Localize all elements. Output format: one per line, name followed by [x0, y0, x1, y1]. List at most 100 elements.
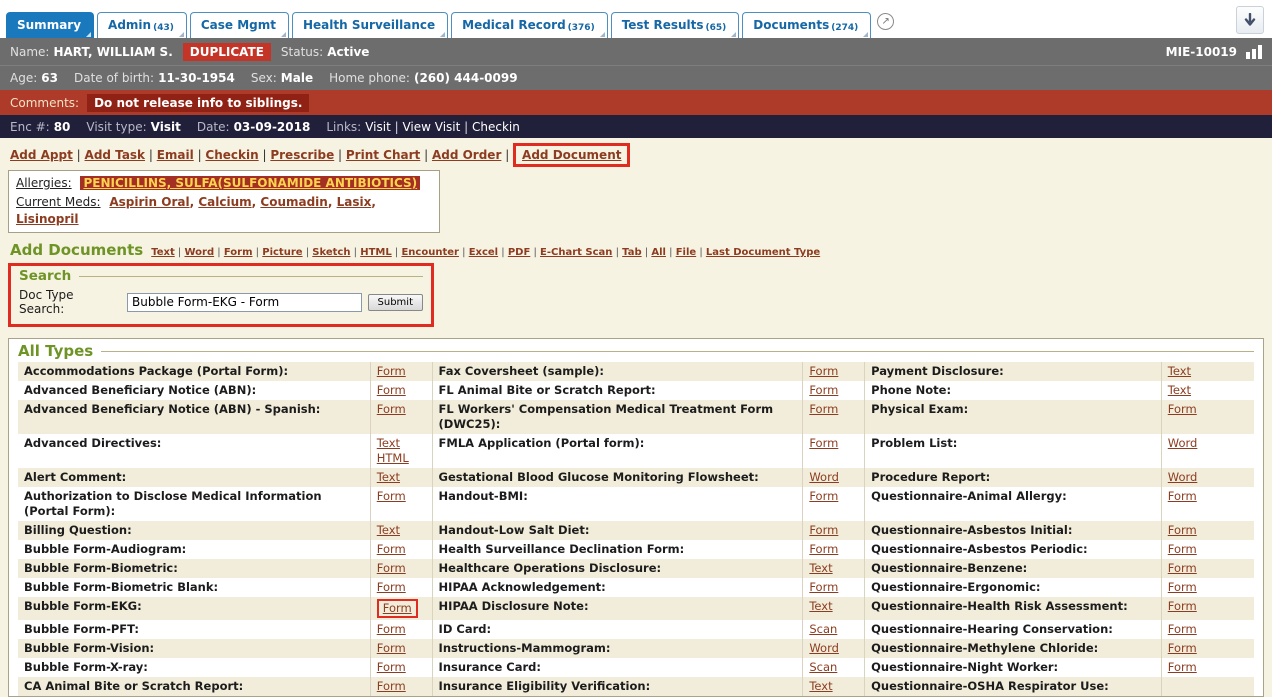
action-link[interactable]: Print Chart	[346, 148, 420, 162]
current-med-segment: Coumadin	[260, 195, 336, 209]
doc-type-link[interactable]: File	[676, 247, 696, 258]
encounter-link[interactable]: View Visit	[402, 120, 460, 134]
current-med-link[interactable]: Lasix	[337, 195, 372, 209]
tab[interactable]: Health Surveillance	[292, 12, 448, 38]
current-med-link[interactable]: Calcium	[198, 195, 251, 209]
doc-format-link[interactable]: Form	[1168, 599, 1197, 614]
doc-format-cell: Form	[1161, 639, 1254, 658]
doc-format-link[interactable]: Form	[809, 523, 838, 538]
doc-type-link[interactable]: Picture	[262, 247, 302, 258]
doc-format-link[interactable]: Form	[1168, 580, 1197, 595]
doc-type-link-segment: PDF	[508, 247, 540, 258]
doc-format-link[interactable]: Form	[377, 561, 406, 576]
doc-type-link[interactable]: Text	[151, 247, 175, 258]
action-link[interactable]: Prescribe	[270, 148, 334, 162]
doc-format-link[interactable]: Form	[809, 364, 838, 379]
doc-format-link[interactable]: Form	[377, 660, 406, 675]
doc-format-link[interactable]: Text	[1168, 364, 1191, 379]
tab[interactable]: Admin(43)	[97, 12, 187, 38]
doc-format-link[interactable]: Word	[1168, 436, 1198, 451]
doc-format-link[interactable]: Word	[1168, 470, 1198, 485]
doc-type-link[interactable]: E-Chart Scan	[540, 247, 612, 258]
main-content: Add Appt Add Task Email Checkin Prescribe Pri…	[0, 138, 1272, 658]
current-med-link[interactable]: Coumadin	[260, 195, 327, 209]
action-link[interactable]: Email	[157, 148, 194, 162]
tab[interactable]: Case Mgmt	[190, 12, 289, 38]
doc-format-link[interactable]: Text	[1168, 383, 1191, 398]
doc-type-link[interactable]: Excel	[469, 247, 498, 258]
doc-type-link[interactable]: Form	[224, 247, 253, 258]
doc-type-search-input[interactable]	[127, 293, 361, 312]
doc-format-link[interactable]: Scan	[809, 660, 837, 675]
chart-metrics-icon[interactable]	[1246, 45, 1262, 59]
tab[interactable]: Documents(274)	[742, 12, 871, 38]
doc-format-link[interactable]: Form	[377, 489, 406, 504]
doc-format-link[interactable]: Text	[809, 679, 832, 694]
doc-format-link[interactable]: Form	[809, 383, 838, 398]
doc-type-label: Bubble Form-PFT:	[18, 620, 370, 639]
popout-icon[interactable]: ↗	[877, 13, 894, 30]
doc-type-link[interactable]: Tab	[622, 247, 641, 258]
doc-format-link[interactable]: Form	[1168, 660, 1197, 675]
tab[interactable]: Medical Record(376)	[451, 12, 608, 38]
tab[interactable]: Test Results(65)	[611, 12, 740, 38]
doc-type-link-segment: All	[651, 247, 675, 258]
encounter-link[interactable]: Checkin	[472, 120, 520, 134]
action-link[interactable]: Add Appt	[10, 148, 73, 162]
doc-format-link[interactable]: Form	[377, 599, 418, 618]
doc-format-link[interactable]: Form	[809, 489, 838, 504]
doc-format-link[interactable]: Form	[377, 641, 406, 656]
doc-format-link[interactable]: Form	[377, 364, 406, 379]
doc-format-link[interactable]: Form	[377, 383, 406, 398]
action-link[interactable]: Add Document	[513, 143, 630, 167]
doc-format-link[interactable]: Form	[377, 580, 406, 595]
doc-format-link[interactable]: Form	[809, 542, 838, 557]
allergies-link[interactable]: Allergies:	[16, 176, 72, 190]
action-link[interactable]: Checkin	[205, 148, 258, 162]
current-med-link[interactable]: Lisinopril	[16, 212, 79, 226]
doc-format-link[interactable]: Form	[809, 436, 838, 451]
doc-format-link[interactable]: Form	[809, 580, 838, 595]
doc-format-link[interactable]: Form	[1168, 542, 1197, 557]
doc-type-link[interactable]: Encounter	[401, 247, 458, 258]
doc-format-link[interactable]: Form	[377, 679, 406, 694]
doc-type-link[interactable]: Last Document Type	[706, 247, 820, 258]
doc-format-link[interactable]: Form	[377, 402, 406, 417]
doc-type-link[interactable]: Sketch	[312, 247, 350, 258]
action-link[interactable]: Add Task	[85, 148, 146, 162]
doc-format-link[interactable]: Scan	[809, 622, 837, 637]
doc-format-link[interactable]: Form	[377, 542, 406, 557]
download-button[interactable]	[1236, 6, 1264, 34]
current-med-link[interactable]: Aspirin Oral	[109, 195, 189, 209]
doc-format-link[interactable]: Word	[809, 470, 839, 485]
doc-format-link[interactable]: Form	[809, 402, 838, 417]
doc-type-link[interactable]: HTML	[360, 247, 392, 258]
doc-format-link[interactable]: Form	[1168, 622, 1197, 637]
doc-type-label: Bubble Form-Biometric:	[18, 559, 370, 578]
allergy-value[interactable]: PENICILLINS, SULFA(SULFONAMIDE ANTIBIOTI…	[80, 176, 420, 190]
doc-format-link[interactable]: Text	[377, 523, 400, 538]
doc-format-link[interactable]: Form	[1168, 489, 1197, 504]
doc-format-link[interactable]: Form	[1168, 641, 1197, 656]
doc-format-link[interactable]: Form	[377, 622, 406, 637]
doc-format-link[interactable]: Text	[809, 561, 832, 576]
current-meds-link[interactable]: Current Meds:	[16, 195, 101, 209]
duplicate-badge[interactable]: DUPLICATE	[183, 43, 271, 61]
doc-format-link[interactable]: Text	[809, 599, 832, 614]
tab[interactable]: Summary	[6, 12, 94, 38]
doc-format-link[interactable]: Form	[1168, 523, 1197, 538]
encounter-link[interactable]: Visit	[365, 120, 391, 134]
doc-format-link[interactable]: Word	[809, 641, 839, 656]
doc-type-link[interactable]: All	[651, 247, 666, 258]
submit-button[interactable]: Submit	[368, 294, 423, 311]
doc-format-cell: Word	[803, 639, 865, 658]
action-link[interactable]: Add Order	[432, 148, 501, 162]
doc-format-link[interactable]: Form	[1168, 402, 1197, 417]
doc-format-link[interactable]: HTML	[377, 451, 409, 466]
doc-type-link[interactable]: Word	[184, 247, 214, 258]
doc-format-link[interactable]: Form	[1168, 561, 1197, 576]
doc-format-link[interactable]: Text	[377, 470, 400, 485]
doc-format-cell: Form	[1161, 540, 1254, 559]
doc-type-link[interactable]: PDF	[508, 247, 530, 258]
doc-format-link[interactable]: Text	[377, 436, 400, 451]
